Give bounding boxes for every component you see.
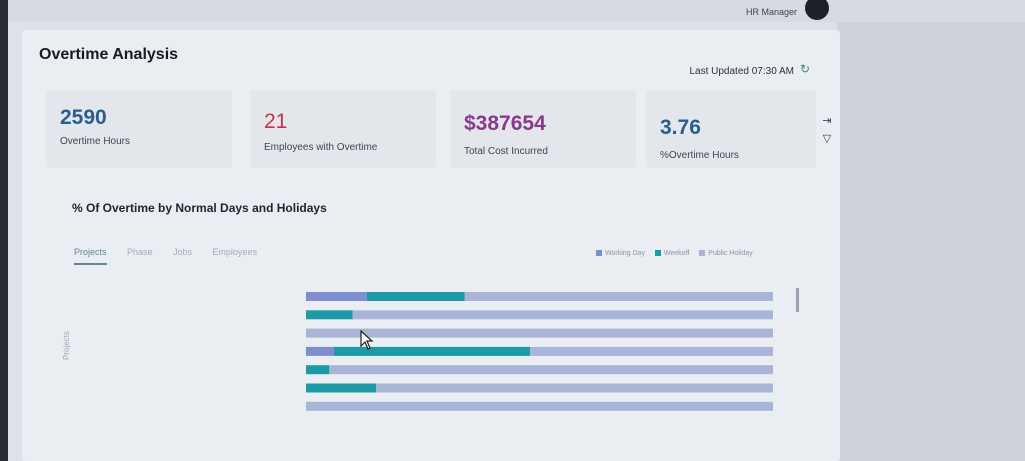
right-margin bbox=[837, 22, 1025, 461]
bar-weekoff[interactable] bbox=[306, 310, 353, 320]
bar-chart bbox=[306, 288, 799, 411]
top-bar: HR Manager bbox=[8, 0, 1025, 22]
bar-public-holiday[interactable] bbox=[376, 383, 773, 393]
mouse-cursor-icon bbox=[360, 330, 374, 350]
overtime-panel: Overtime Analysis Last Updated 07:30 AM … bbox=[22, 30, 840, 461]
avatar[interactable] bbox=[805, 0, 829, 20]
bar-public-holiday[interactable] bbox=[352, 310, 773, 320]
bar-public-holiday[interactable] bbox=[530, 346, 773, 356]
bar-public-holiday[interactable] bbox=[329, 365, 773, 375]
user-name[interactable]: HR Manager bbox=[746, 7, 797, 17]
bar-weekoff[interactable] bbox=[366, 292, 465, 301]
bar-public-holiday[interactable] bbox=[306, 401, 773, 411]
bar-working-day[interactable] bbox=[306, 346, 335, 356]
bar-weekoff[interactable] bbox=[306, 383, 377, 393]
bar-public-holiday[interactable] bbox=[306, 328, 773, 338]
chart-scrollbar[interactable] bbox=[796, 288, 799, 312]
bar-public-holiday[interactable] bbox=[464, 292, 773, 301]
screen: HR Manager Overtime Analysis Last Update… bbox=[8, 0, 1025, 461]
bar-working-day[interactable] bbox=[306, 292, 367, 301]
bar-weekoff[interactable] bbox=[306, 365, 330, 375]
